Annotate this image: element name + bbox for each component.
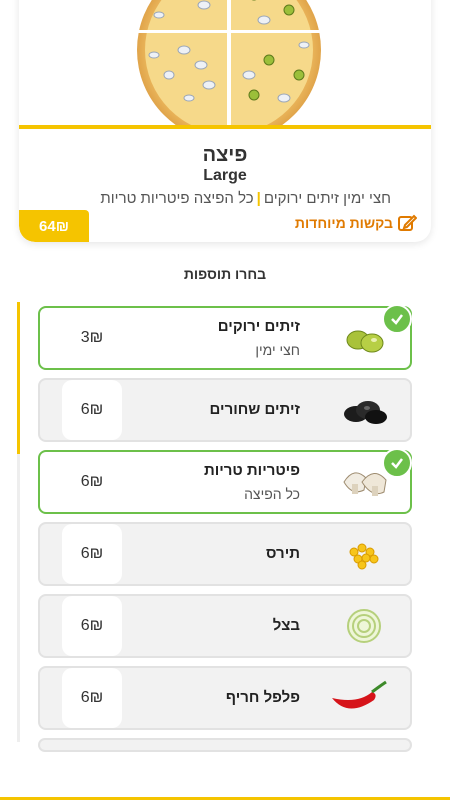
item-size: Large — [203, 167, 247, 184]
topping-row-onion[interactable]: בצל 6₪ — [38, 594, 412, 658]
item-price-badge: 64₪ — [19, 210, 89, 242]
topping-name: זיתים ירוקים — [217, 318, 300, 335]
item-card: פיצה Large חצי ימין זיתים ירוקים|כל הפיצ… — [19, 0, 431, 242]
onion-icon — [338, 604, 390, 648]
topping-name: פיטריות טריות — [203, 462, 300, 479]
topping-row-green-olives[interactable]: זיתים ירוקים חצי ימין 3₪ — [38, 304, 412, 370]
special-requests-label: בקשות מיוחדות — [294, 215, 393, 231]
topping-price: 6₪ — [62, 596, 122, 656]
hot-pepper-icon — [332, 676, 390, 720]
description-part-2: כל הפיצה פיטריות טריות — [100, 190, 254, 207]
topping-price: 6₪ — [62, 380, 122, 440]
topping-row-corn[interactable]: תירס 6₪ — [38, 522, 412, 586]
topping-row-hot-pepper[interactable]: פלפל חריף 6₪ — [38, 666, 412, 730]
edit-icon — [397, 213, 417, 233]
topping-price: 6₪ — [62, 524, 122, 584]
toppings-list: זיתים ירוקים חצי ימין 3₪ זיתים שחורים 6₪ — [38, 304, 412, 760]
green-olives-icon — [338, 316, 390, 360]
topping-name: בצל — [272, 617, 300, 634]
black-olives-icon — [338, 388, 390, 432]
topping-price: 6₪ — [62, 668, 122, 728]
topping-row-partial[interactable] — [38, 738, 412, 752]
description-separator: | — [256, 190, 261, 207]
topping-price: 6₪ — [62, 452, 122, 512]
topping-row-mushrooms[interactable]: פיטריות טריות כל הפיצה 6₪ — [38, 448, 412, 514]
description-part-1: חצי ימין זיתים ירוקים — [263, 190, 391, 207]
topping-placement: כל הפיצה — [244, 486, 300, 502]
topping-placement: חצי ימין — [255, 342, 300, 358]
topping-price: 3₪ — [62, 308, 122, 368]
accent-divider — [19, 125, 431, 129]
item-description: חצי ימין זיתים ירוקים|כל הפיצה פיטריות ט… — [100, 190, 391, 207]
item-title: פיצה — [202, 144, 248, 166]
topping-row-black-olives[interactable]: זיתים שחורים 6₪ — [38, 378, 412, 442]
scroll-thumb[interactable] — [17, 302, 20, 454]
topping-name: תירס — [266, 545, 300, 562]
pizza-image — [19, 0, 431, 125]
toppings-section-title: בחרו תוספות — [183, 266, 267, 282]
topping-name: זיתים שחורים — [209, 401, 300, 418]
special-requests-button[interactable]: בקשות מיוחדות — [295, 213, 417, 233]
topping-name: פלפל חריף — [225, 689, 300, 706]
corn-icon — [338, 532, 390, 576]
mushrooms-icon — [338, 460, 390, 504]
